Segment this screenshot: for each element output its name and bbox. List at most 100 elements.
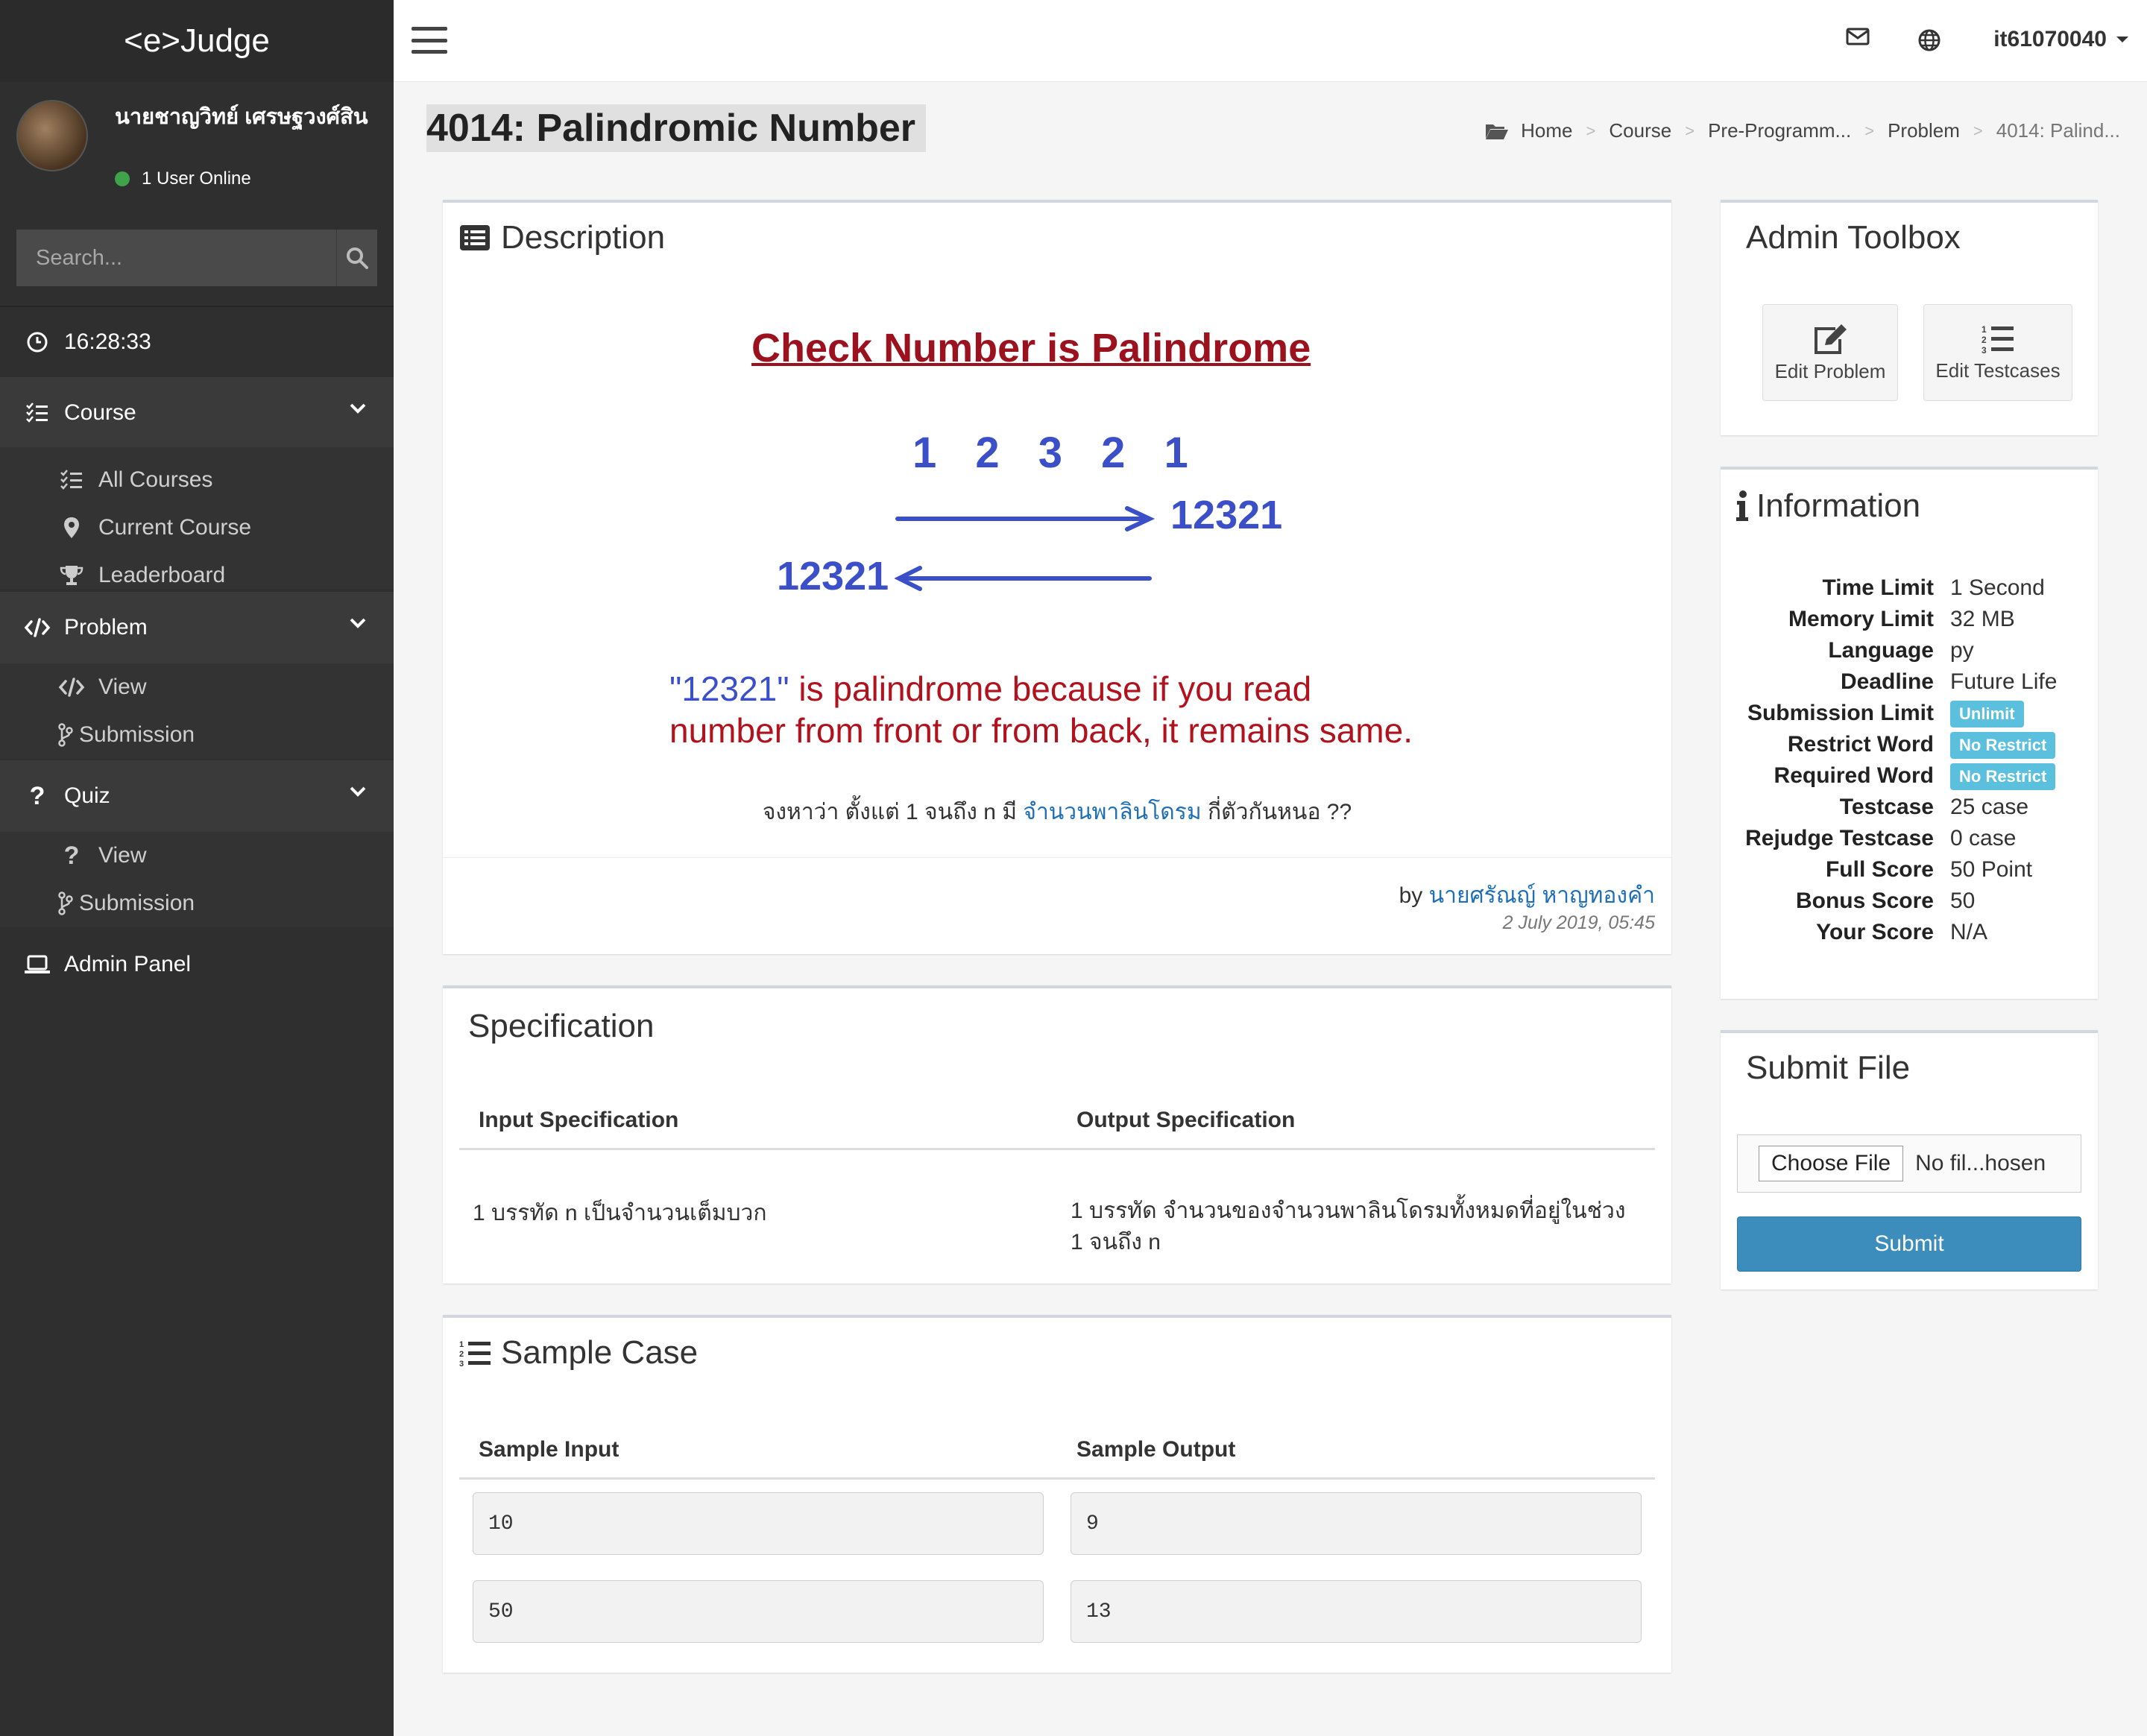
breadcrumb-category[interactable]: Pre-Programm... [1708, 119, 1851, 142]
nav-admin-panel[interactable]: Admin Panel [0, 936, 394, 993]
info-row: Your Score N/A [1724, 917, 2141, 948]
nav-quiz-view[interactable]: ? View [0, 832, 394, 880]
info-badge: Unlimit [1950, 700, 2024, 727]
nav-course[interactable]: Course [0, 377, 394, 449]
clock-icon [24, 331, 51, 353]
info-row: Memory Limit 32 MB [1724, 604, 2141, 635]
info-row: Bonus Score 50 [1724, 886, 2141, 917]
user-panel: นายชาญวิทย์ เศรษฐวงศ์สิน [0, 82, 394, 221]
nav-problem-submission-label: Submission [79, 722, 195, 747]
info-key: Memory Limit [1788, 607, 1934, 631]
globe-icon[interactable] [1917, 28, 1941, 56]
admin-toolbox-title: Admin Toolbox [1746, 219, 1961, 256]
nav-course-label: Course [64, 400, 136, 425]
description-title: Description [501, 219, 666, 256]
illustration-digits: 1 2 3 2 1 [912, 429, 1202, 477]
illustration-number-left: 12321 [777, 554, 889, 599]
info-key: Bonus Score [1795, 888, 1934, 913]
search-button[interactable] [336, 230, 377, 286]
nav-problem-label: Problem [64, 615, 148, 640]
illustration-text: "12321" is palindrome because if you rea… [669, 668, 1413, 751]
nav-quiz-submission-label: Submission [79, 891, 195, 915]
laptop-icon [24, 954, 51, 975]
input-spec-header: Input Specification [479, 1108, 679, 1132]
svg-text:3: 3 [1982, 345, 1987, 355]
quiz-submenu: ? View Submission [0, 832, 394, 927]
search-input[interactable] [16, 230, 336, 286]
brand-logo[interactable]: <e>Judge [0, 0, 394, 82]
file-status: No fil...hosen [1915, 1151, 2046, 1175]
breadcrumb-current: 4014: Palind... [1996, 119, 2120, 142]
info-key: Submission Limit [1747, 701, 1934, 725]
nav-problem-view[interactable]: View [0, 663, 394, 711]
info-row: Time Limit 1 Second [1724, 572, 2141, 604]
info-value: N/A [1950, 920, 1988, 944]
nav-all-courses[interactable]: All Courses [0, 456, 394, 504]
info-key: Required Word [1774, 763, 1934, 788]
table-header-divider [459, 1477, 1655, 1480]
file-input[interactable]: Choose File No fil...hosen [1737, 1134, 2081, 1193]
list-ol-icon: 123 [1982, 324, 2014, 355]
svg-text:2: 2 [1982, 335, 1987, 345]
nav-admin-label: Admin Panel [64, 952, 192, 976]
nav-quiz-submission[interactable]: Submission [0, 880, 394, 927]
information-title: Information [1756, 487, 1921, 524]
info-value: Future Life [1950, 669, 2058, 694]
sample-output-2: 13 [1071, 1580, 1642, 1643]
info-row: Rejudge Testcase 0 case [1724, 823, 2141, 854]
info-row: Restrict Word No Restrict [1724, 729, 2141, 760]
online-status: 1 User Online [115, 168, 251, 189]
info-value: Unlimit [1950, 700, 2024, 727]
svg-text:2: 2 [459, 1350, 464, 1359]
breadcrumb-problem[interactable]: Problem [1888, 119, 1960, 142]
submit-button[interactable]: Submit [1737, 1216, 2081, 1272]
info-key: Restrict Word [1787, 732, 1934, 757]
nav-quiz[interactable]: ? Quiz [0, 760, 394, 832]
author-line: by นายศรัณญ์ หาญทองคำ [1399, 878, 1655, 913]
page-title: 4014: Palindromic Number [426, 104, 926, 152]
sample-title: Sample Case [501, 1334, 699, 1371]
by-label: by [1399, 883, 1423, 908]
sample-input-header: Sample Input [479, 1437, 619, 1462]
edit-icon [1815, 323, 1847, 354]
sample-header: 123 Sample Case [459, 1334, 698, 1372]
nav-problem[interactable]: Problem [0, 592, 394, 663]
specification-box: Specification Input Specification Output… [443, 985, 1671, 1284]
nav-all-courses-label: All Courses [98, 467, 213, 492]
menu-toggle-icon[interactable] [412, 27, 447, 54]
breadcrumb-course[interactable]: Course [1609, 119, 1671, 142]
post-date: 2 July 2019, 05:45 [1502, 912, 1655, 933]
illustration-line2: number from front or from back, it remai… [669, 711, 1413, 750]
nav-problem-submission[interactable]: Submission [0, 711, 394, 759]
top-username: it61070040 [1993, 27, 2107, 51]
problem-submenu: View Submission [0, 663, 394, 759]
online-text: 1 User Online [142, 168, 251, 189]
breadcrumb-home[interactable]: Home [1521, 119, 1572, 142]
svg-text:1: 1 [459, 1340, 464, 1349]
nav-current-course[interactable]: Current Course [0, 504, 394, 552]
arrow-left-icon [895, 566, 1152, 591]
envelope-icon[interactable] [1846, 27, 1870, 50]
edit-testcases-button[interactable]: 123 Edit Testcases [1923, 304, 2072, 401]
choose-file-button[interactable]: Choose File [1759, 1146, 1904, 1181]
info-badge: No Restrict [1950, 731, 2056, 759]
specification-title: Specification [468, 1008, 655, 1044]
nav-problem-view-label: View [98, 675, 147, 699]
info-row: Testcase 25 case [1724, 792, 2141, 823]
info-key: Deadline [1840, 669, 1934, 694]
illustration-quoted: "12321" [669, 669, 789, 708]
breadcrumb: Home > Course > Pre-Programm... > Proble… [1485, 119, 2120, 142]
course-submenu: All Courses Current Course Leaderboard [0, 447, 394, 589]
info-row: Required Word No Restrict [1724, 760, 2141, 792]
info-value: 0 case [1950, 826, 2017, 850]
breadcrumb-separator: > [1973, 121, 1983, 140]
edit-problem-button[interactable]: Edit Problem [1762, 304, 1898, 401]
problem-question: จงหาว่า ตั้งแต่ 1 จนถึง n มี จำนวนพาลินโ… [443, 795, 1671, 830]
sample-input-2: 50 [473, 1580, 1044, 1643]
output-spec-text: 1 บรรทัด จำนวนของจำนวนพาลินโดรมทั้งหมดที… [1071, 1199, 1626, 1254]
breadcrumb-separator: > [1685, 121, 1695, 140]
author-link[interactable]: นายศรัณญ์ หาญทองคำ [1429, 883, 1655, 908]
user-menu[interactable]: it61070040 [1993, 27, 2129, 52]
sample-input-1: 10 [473, 1492, 1044, 1555]
palindrome-link[interactable]: จำนวนพาลินโดรม [1023, 800, 1201, 824]
